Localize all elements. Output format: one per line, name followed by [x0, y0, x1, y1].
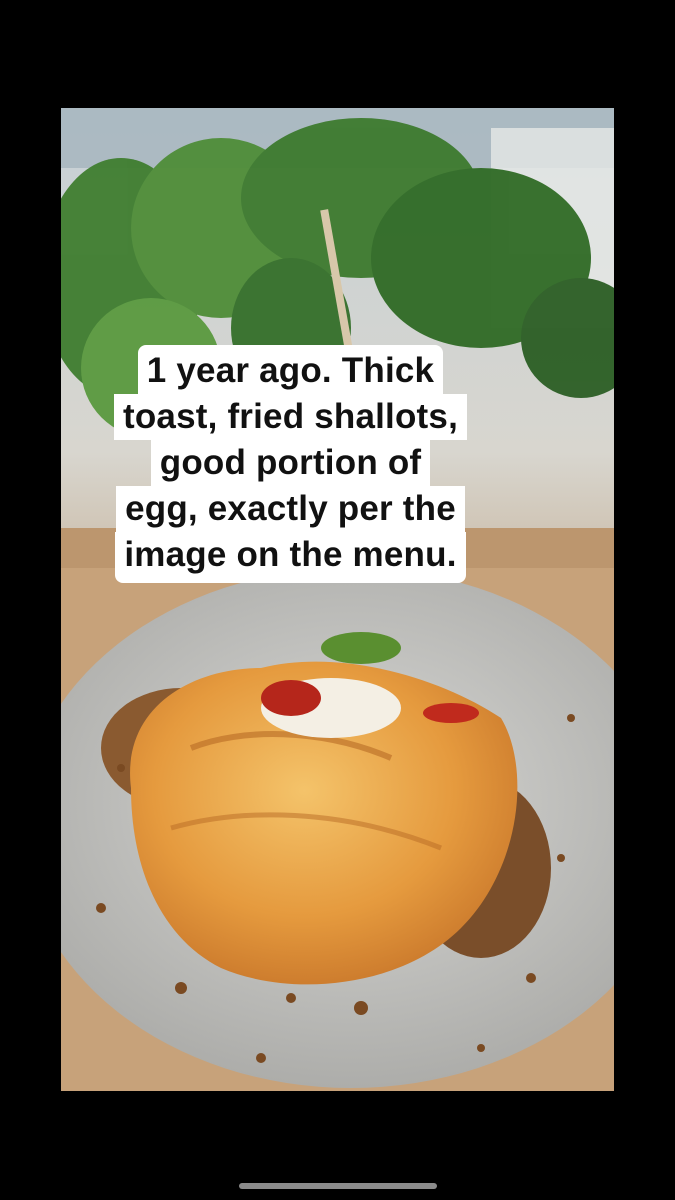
caption-line: egg, exactly per the [116, 486, 465, 532]
home-indicator[interactable] [239, 1183, 437, 1189]
caption-overlay: 1 year ago. Thick toast, fried shallots,… [78, 345, 503, 583]
photo-illustration [61, 108, 614, 1091]
caption-line: good portion of [150, 440, 431, 486]
caption-line: 1 year ago. Thick [137, 345, 444, 394]
food-photo [61, 108, 614, 1091]
caption-line: toast, fried shallots, [113, 394, 468, 440]
caption-line: image on the menu. [115, 532, 466, 583]
